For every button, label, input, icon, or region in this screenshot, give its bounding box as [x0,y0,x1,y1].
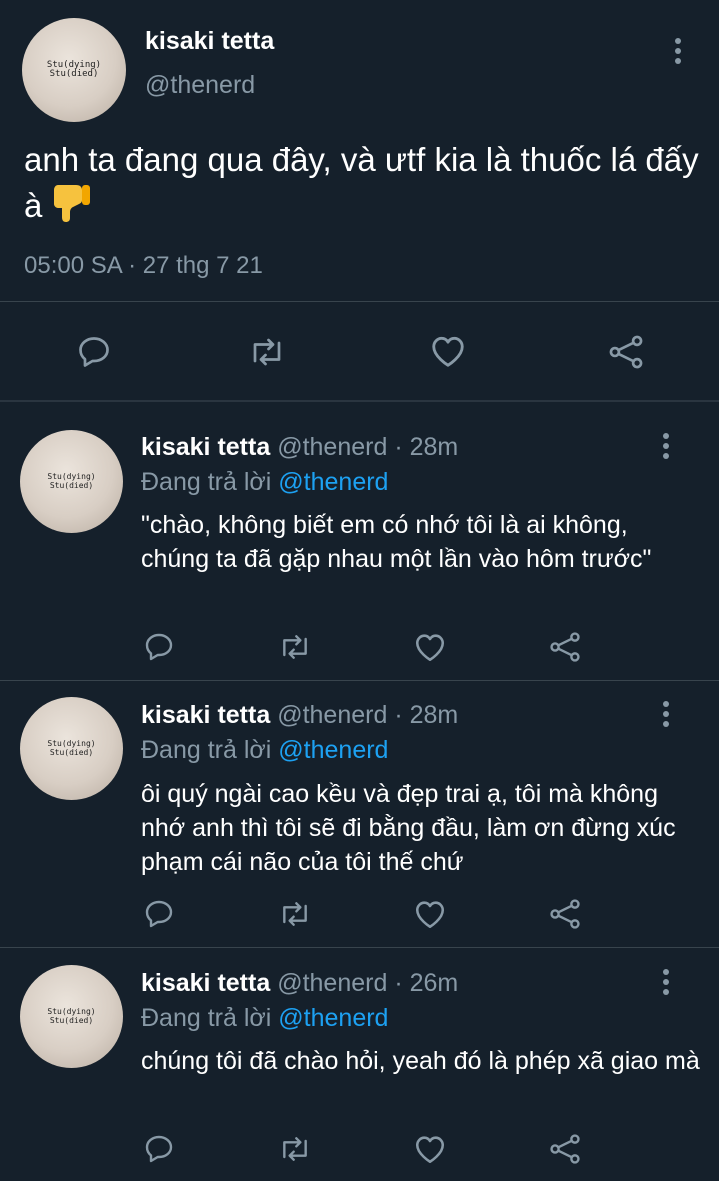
avatar[interactable]: Stu(dying) Stu(died) [20,430,123,533]
avatar-text-line2: Stu(died) [49,69,99,79]
like-icon[interactable] [429,333,467,369]
avatar[interactable]: Stu(dying) Stu(died) [20,965,123,1068]
author-name[interactable]: kisaki tetta [141,701,270,729]
avatar[interactable]: Stu(dying) Stu(died) [20,697,123,800]
share-icon[interactable] [548,1132,582,1166]
replying-to: Đang trả lời @thenerd [141,736,388,765]
reply-text: "chào, không biết em có nhớ tôi là ai kh… [141,511,652,573]
replying-to-prefix: Đang trả lời [141,736,272,764]
reply-text: ôi quý ngài cao kều và đẹp trai ạ, tôi m… [141,780,676,876]
reply-icon[interactable] [143,631,175,663]
replying-to-link[interactable]: @thenerd [278,1004,388,1032]
reply-time: · 28m [394,701,459,729]
reply-icon[interactable] [143,1133,175,1165]
author-name[interactable]: kisaki tetta [141,433,270,461]
share-icon[interactable] [548,630,582,664]
tweet-text-content: anh ta đang qua đây, và ưtf kia là thuốc… [24,141,699,224]
avatar-text-line2: Stu(died) [49,480,94,490]
tweet-timestamp[interactable]: 05:00 SA · 27 thg 7 21 [24,252,263,280]
avatar-text-line2: Stu(died) [49,747,94,757]
like-icon[interactable] [413,898,447,930]
more-options-icon[interactable] [660,969,672,999]
replying-to-prefix: Đang trả lời [141,1004,272,1032]
avatar[interactable]: Stu(dying) Stu(died) [22,18,126,122]
more-options-icon[interactable] [660,433,672,463]
tweet-text: anh ta đang qua đây, và ưtf kia là thuốc… [24,138,704,233]
reply-header: kisaki tetta @thenerd · 26m [141,969,458,998]
retweet-icon[interactable] [277,898,313,930]
author-handle[interactable]: @thenerd [277,701,387,729]
reply-time: · 28m [394,433,459,461]
reply-text: chúng tôi đã chào hỏi, yeah đó là phép x… [141,1047,700,1075]
retweet-icon[interactable] [277,1133,313,1165]
replying-to-prefix: Đang trả lời [141,468,272,496]
more-options-icon[interactable] [672,38,684,68]
divider [0,301,719,302]
divider [0,947,719,948]
avatar-text-line2: Stu(died) [49,1015,94,1025]
replying-to-link[interactable]: @thenerd [278,736,388,764]
replying-to: Đang trả lời @thenerd [141,468,388,497]
author-handle[interactable]: @thenerd [145,71,255,100]
author-name[interactable]: kisaki tetta [141,969,270,997]
share-icon[interactable] [548,897,582,931]
replying-to-link[interactable]: @thenerd [278,468,388,496]
share-icon[interactable] [606,333,646,371]
reply-header: kisaki tetta @thenerd · 28m [141,701,458,730]
replying-to: Đang trả lời @thenerd [141,1004,388,1033]
like-icon[interactable] [413,631,447,663]
divider [0,680,719,681]
reply-time: · 26m [394,969,459,997]
author-name[interactable]: kisaki tetta [145,27,274,56]
more-options-icon[interactable] [660,701,672,731]
divider [0,400,719,402]
thumbs-down-emoji-icon [52,181,94,233]
like-icon[interactable] [413,1133,447,1165]
reply-header: kisaki tetta @thenerd · 28m [141,433,458,462]
reply-icon[interactable] [76,334,112,370]
author-handle[interactable]: @thenerd [277,433,387,461]
author-handle[interactable]: @thenerd [277,969,387,997]
retweet-icon[interactable] [247,334,287,370]
reply-icon[interactable] [143,898,175,930]
retweet-icon[interactable] [277,631,313,663]
